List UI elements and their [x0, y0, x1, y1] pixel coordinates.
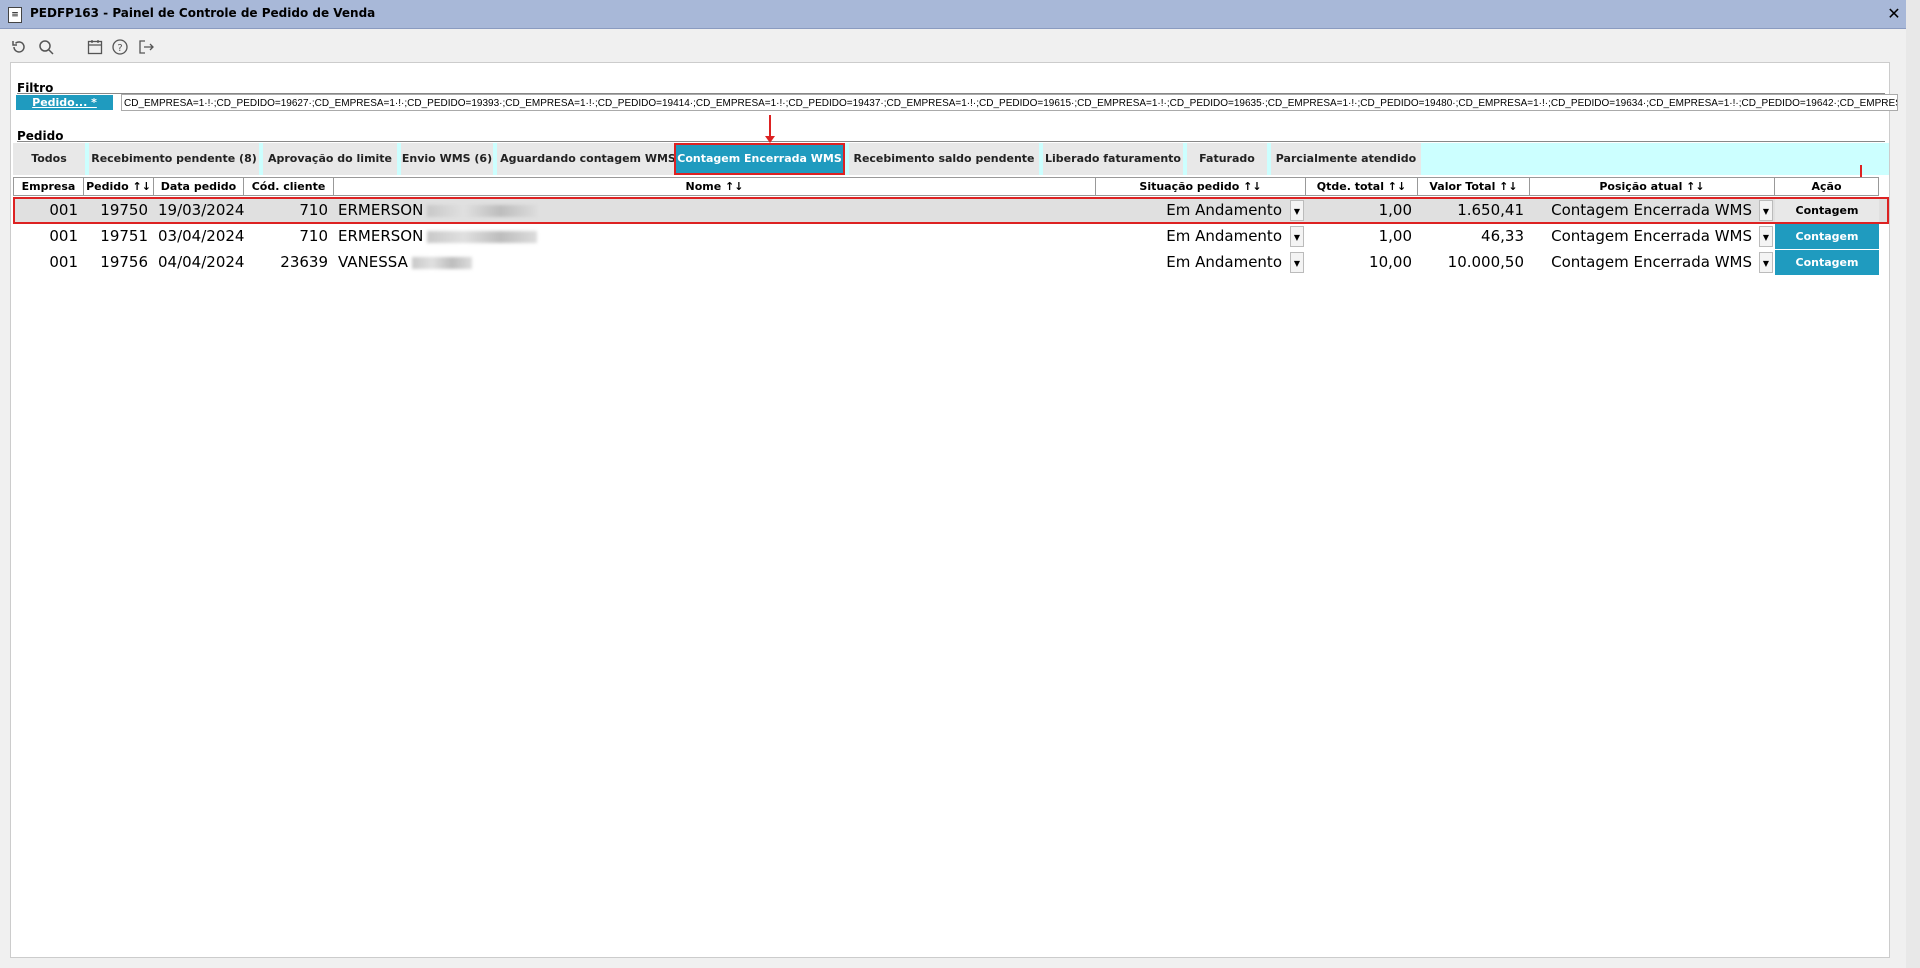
- cell-cliente: 23639: [280, 253, 328, 271]
- cell-data: 04/04/2024: [158, 253, 244, 271]
- pedido-filter-button[interactable]: Pedido... *: [16, 95, 113, 110]
- col-cod-cliente[interactable]: Cód. cliente ↑↓: [244, 177, 334, 211]
- tab-parcialmente-atendido[interactable]: Parcialmente atendido (16): [1271, 143, 1421, 197]
- table-row[interactable]: 001 19750 19/03/2024 710 ERMERSON Em And…: [13, 198, 1889, 223]
- cell-valor: 46,33: [1481, 227, 1524, 245]
- col-pedido[interactable]: Pedido ↑↓: [84, 177, 154, 196]
- cell-data: 19/03/2024: [158, 201, 244, 219]
- table-row[interactable]: 001 19751 03/04/2024 710 ERMERSON Em And…: [13, 224, 1889, 249]
- cell-nome-text: ERMERSON: [338, 227, 424, 245]
- redacted-surname: [411, 256, 472, 269]
- status-tab-strip: Todos (151) Recebimento pendente (8) Apr…: [13, 143, 1889, 197]
- cell-posicao[interactable]: Contagem Encerrada WMS: [1530, 224, 1758, 249]
- posicao-dropdown-arrow[interactable]: ▼: [1759, 252, 1773, 273]
- contagem-button[interactable]: Contagem: [1775, 198, 1879, 223]
- help-icon[interactable]: ?: [111, 38, 129, 56]
- window-title: PEDFP163 - Painel de Controle de Pedido …: [30, 6, 376, 20]
- refresh-icon[interactable]: [10, 38, 28, 56]
- title-bar: ≡ PEDFP163 - Painel de Controle de Pedid…: [0, 0, 1906, 29]
- cell-cliente: 710: [299, 201, 328, 219]
- tab-faturado[interactable]: Faturado (88): [1187, 143, 1267, 197]
- svg-text:?: ?: [117, 43, 122, 54]
- close-button[interactable]: ✕: [1886, 6, 1902, 22]
- cell-nome: ERMERSON: [334, 198, 1096, 223]
- cell-nome: ERMERSON: [334, 224, 1096, 249]
- redacted-surname: [427, 230, 538, 243]
- cell-empresa: 001: [49, 201, 78, 219]
- situacao-dropdown-arrow[interactable]: ▼: [1290, 252, 1304, 273]
- pedido-divider: [17, 141, 1885, 142]
- cell-cliente: 710: [299, 227, 328, 245]
- cell-pedido: 19756: [100, 253, 148, 271]
- redacted-surname: [427, 204, 538, 217]
- tab-aprovacao-limite[interactable]: Aprovação do limite (20): [263, 143, 397, 197]
- tab-todos[interactable]: Todos (151): [13, 143, 85, 197]
- posicao-dropdown-arrow[interactable]: ▼: [1759, 200, 1773, 221]
- cell-situacao[interactable]: Em Andamento: [1096, 250, 1288, 275]
- cell-posicao[interactable]: Contagem Encerrada WMS: [1530, 198, 1758, 223]
- col-situacao[interactable]: Situação pedido ↑↓: [1096, 177, 1306, 196]
- situacao-dropdown-arrow[interactable]: ▼: [1290, 226, 1304, 247]
- col-qtde-total[interactable]: Qtde. total ↑↓: [1306, 177, 1418, 196]
- cell-nome: VANESSA: [334, 250, 1096, 275]
- tab-contagem-encerrada[interactable]: Contagem Encerrada WMS (3): [674, 143, 845, 193]
- tab-aguardando-contagem[interactable]: Aguardando contagem WMS (6): [497, 143, 679, 197]
- cell-nome-text: ERMERSON: [338, 201, 424, 219]
- cell-pedido: 19751: [100, 227, 148, 245]
- cell-pedido: 19750: [100, 201, 148, 219]
- cell-valor: 10.000,50: [1447, 253, 1524, 271]
- cell-empresa: 001: [49, 253, 78, 271]
- cell-data: 03/04/2024: [158, 227, 244, 245]
- col-acao: Ação: [1775, 177, 1879, 196]
- cell-nome-text: VANESSA: [338, 253, 408, 271]
- cell-valor: 1.650,41: [1457, 201, 1524, 219]
- cell-qtde: 10,00: [1369, 253, 1412, 271]
- exit-icon[interactable]: [137, 38, 155, 56]
- posicao-dropdown-arrow[interactable]: ▼: [1759, 226, 1773, 247]
- situacao-dropdown-arrow[interactable]: ▼: [1290, 200, 1304, 221]
- app-document-icon: ≡: [8, 7, 22, 23]
- tab-recebimento-pendente[interactable]: Recebimento pendente (8): [89, 143, 259, 175]
- contagem-button[interactable]: Contagem: [1775, 250, 1879, 275]
- col-posicao-atual[interactable]: Posição atual ↑↓: [1530, 177, 1775, 196]
- calendar-icon[interactable]: [86, 38, 104, 56]
- contagem-button[interactable]: Contagem: [1775, 224, 1879, 249]
- toolbar: ?: [0, 30, 1906, 62]
- cell-situacao[interactable]: Em Andamento: [1096, 224, 1288, 249]
- col-empresa[interactable]: Empresa ↑↓: [13, 177, 84, 211]
- tab-liberado-faturamento[interactable]: Liberado faturamento (4): [1043, 143, 1183, 197]
- search-icon[interactable]: [37, 38, 55, 56]
- cell-situacao[interactable]: Em Andamento: [1096, 198, 1288, 223]
- cell-qtde: 1,00: [1378, 201, 1412, 219]
- tab-recebimento-saldo[interactable]: Recebimento saldo pendente (0): [849, 143, 1039, 197]
- col-nome[interactable]: Nome ↑↓: [334, 177, 1096, 196]
- col-valor-total[interactable]: Valor Total ↑↓: [1418, 177, 1530, 196]
- table-row[interactable]: 001 19756 04/04/2024 23639 VANESSA Em An…: [13, 250, 1889, 275]
- annotation-arrow-tab: [765, 115, 775, 143]
- window-edge: [1906, 0, 1920, 968]
- cell-empresa: 001: [49, 227, 78, 245]
- main-panel: Filtro Pedido... * CD_EMPRESA=1·!·;CD_PE…: [10, 62, 1898, 958]
- col-data-pedido[interactable]: Data pedido ↑↓: [154, 177, 244, 211]
- filter-expression-field[interactable]: CD_EMPRESA=1·!·;CD_PEDIDO=19627·;CD_EMPR…: [121, 94, 1898, 111]
- cell-posicao[interactable]: Contagem Encerrada WMS: [1530, 250, 1758, 275]
- cell-qtde: 1,00: [1378, 227, 1412, 245]
- tab-envio-wms[interactable]: Envio WMS (6): [401, 143, 493, 175]
